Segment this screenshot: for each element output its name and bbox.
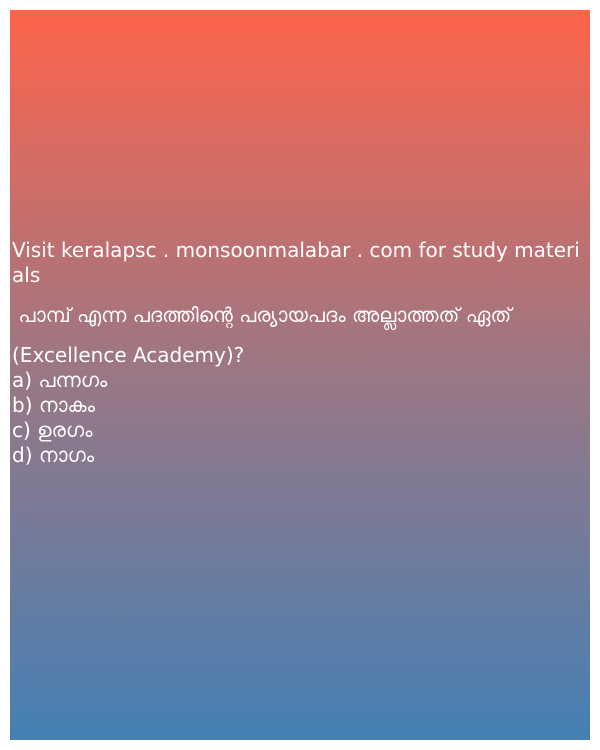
option-a: a) പന്നഗം — [12, 368, 108, 392]
quiz-content: Visit keralapsc . monsoonmalabar . com f… — [12, 238, 588, 468]
option-b: b) നാകം — [12, 393, 95, 417]
option-c: c) ഉരഗം — [12, 418, 93, 442]
question-source: (Excellence Academy)? — [12, 343, 245, 367]
visit-website-text: Visit keralapsc . monsoonmalabar . com f… — [12, 238, 580, 287]
quiz-card: Visit keralapsc . monsoonmalabar . com f… — [10, 10, 590, 740]
question-text: പാമ്പ് എന്ന പദത്തിന്റെ പര്യായപദം അല്ലാത്… — [12, 303, 512, 327]
option-d: d) നാഗം — [12, 443, 95, 467]
